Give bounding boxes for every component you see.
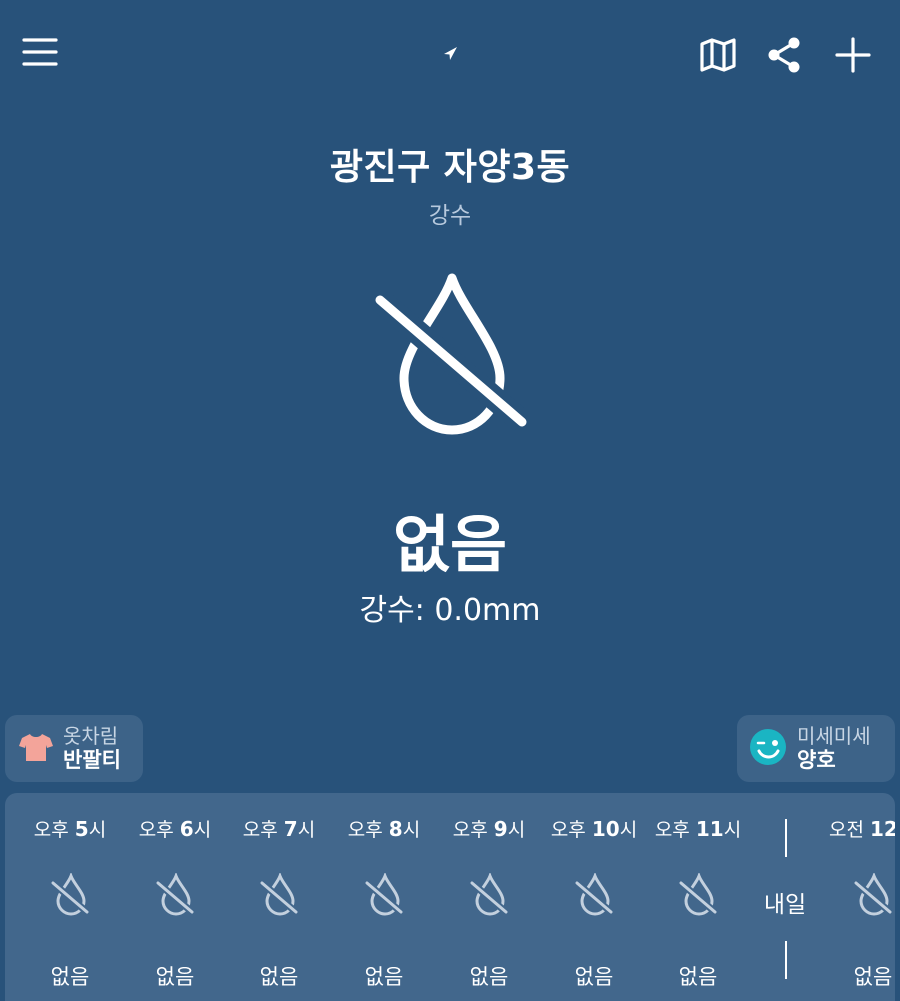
hour-status: 없음: [469, 965, 509, 989]
share-icon[interactable]: [766, 36, 802, 74]
no-rain-drop-icon: [259, 871, 299, 917]
no-rain-drop-icon: [469, 871, 509, 917]
fine-dust-value: 양호: [797, 747, 836, 772]
hour-label: 오전 12: [829, 817, 895, 841]
hour-item: 오후 9시 없음: [437, 793, 541, 1001]
hour-item: 오후 11시 없음: [646, 793, 750, 1001]
hour-status: 없음: [574, 965, 614, 989]
hour-status: 없음: [853, 965, 893, 989]
hour-item: 오후 8시 없음: [332, 793, 436, 1001]
hour-label: 오후 5시: [33, 817, 107, 841]
hour-label: 오후 9시: [452, 817, 526, 841]
no-rain-drop-icon: [574, 871, 614, 917]
hour-item: 오후 10시 없음: [542, 793, 646, 1001]
top-bar: [0, 0, 900, 110]
hour-label: 오후 7시: [242, 817, 316, 841]
location-subtitle: 강수: [428, 203, 472, 229]
location-name[interactable]: 광진구 자양3동: [0, 138, 900, 190]
hour-label: 오후 6시: [138, 817, 212, 841]
hour-status: 없음: [678, 965, 718, 989]
tshirt-icon: [19, 732, 53, 766]
day-divider-top: [785, 819, 787, 857]
clothing-title: 옷차림: [63, 723, 119, 748]
hour-label: 오후 11시: [654, 817, 742, 841]
precipitation-status: 없음: [392, 508, 508, 581]
day-divider-bottom: [785, 941, 787, 979]
hour-item: 오후 6시 없음: [123, 793, 227, 1001]
winking-face-icon: [749, 728, 787, 770]
hour-item: 오전 12 없음: [821, 793, 895, 1001]
no-rain-drop-icon: [853, 871, 893, 917]
fine-dust-title: 미세미세: [797, 723, 871, 748]
precipitation-amount: 강수: 0.0mm: [359, 593, 541, 628]
hourly-forecast[interactable]: 오후 5시 없음 오후 6시 없음 오후 7시 없음 오후 8시 없음 오후 9…: [5, 793, 895, 1001]
hour-label: 오후 10시: [550, 817, 638, 841]
day-label: 내일: [763, 892, 807, 918]
hour-label: 오후 8시: [347, 817, 421, 841]
plus-icon[interactable]: [834, 36, 872, 74]
no-rain-drop-icon: [364, 871, 404, 917]
hour-status: 없음: [50, 965, 90, 989]
menu-icon[interactable]: [22, 36, 58, 68]
no-rain-drop-icon: [678, 871, 718, 917]
clothing-value: 반팔티: [63, 747, 121, 772]
clothing-chip[interactable]: 옷차림 반팔티: [5, 715, 143, 782]
no-rain-drop-icon: [370, 268, 530, 438]
fine-dust-chip[interactable]: 미세미세 양호: [737, 715, 895, 782]
hour-status: 없음: [364, 965, 404, 989]
hour-status: 없음: [259, 965, 299, 989]
no-rain-drop-icon: [50, 871, 90, 917]
map-icon[interactable]: [698, 36, 738, 74]
hour-status: 없음: [155, 965, 195, 989]
location-arrow-icon[interactable]: [440, 44, 460, 64]
no-rain-drop-icon: [155, 871, 195, 917]
hour-item: 오후 7시 없음: [227, 793, 331, 1001]
hour-item: 오후 5시 없음: [18, 793, 122, 1001]
